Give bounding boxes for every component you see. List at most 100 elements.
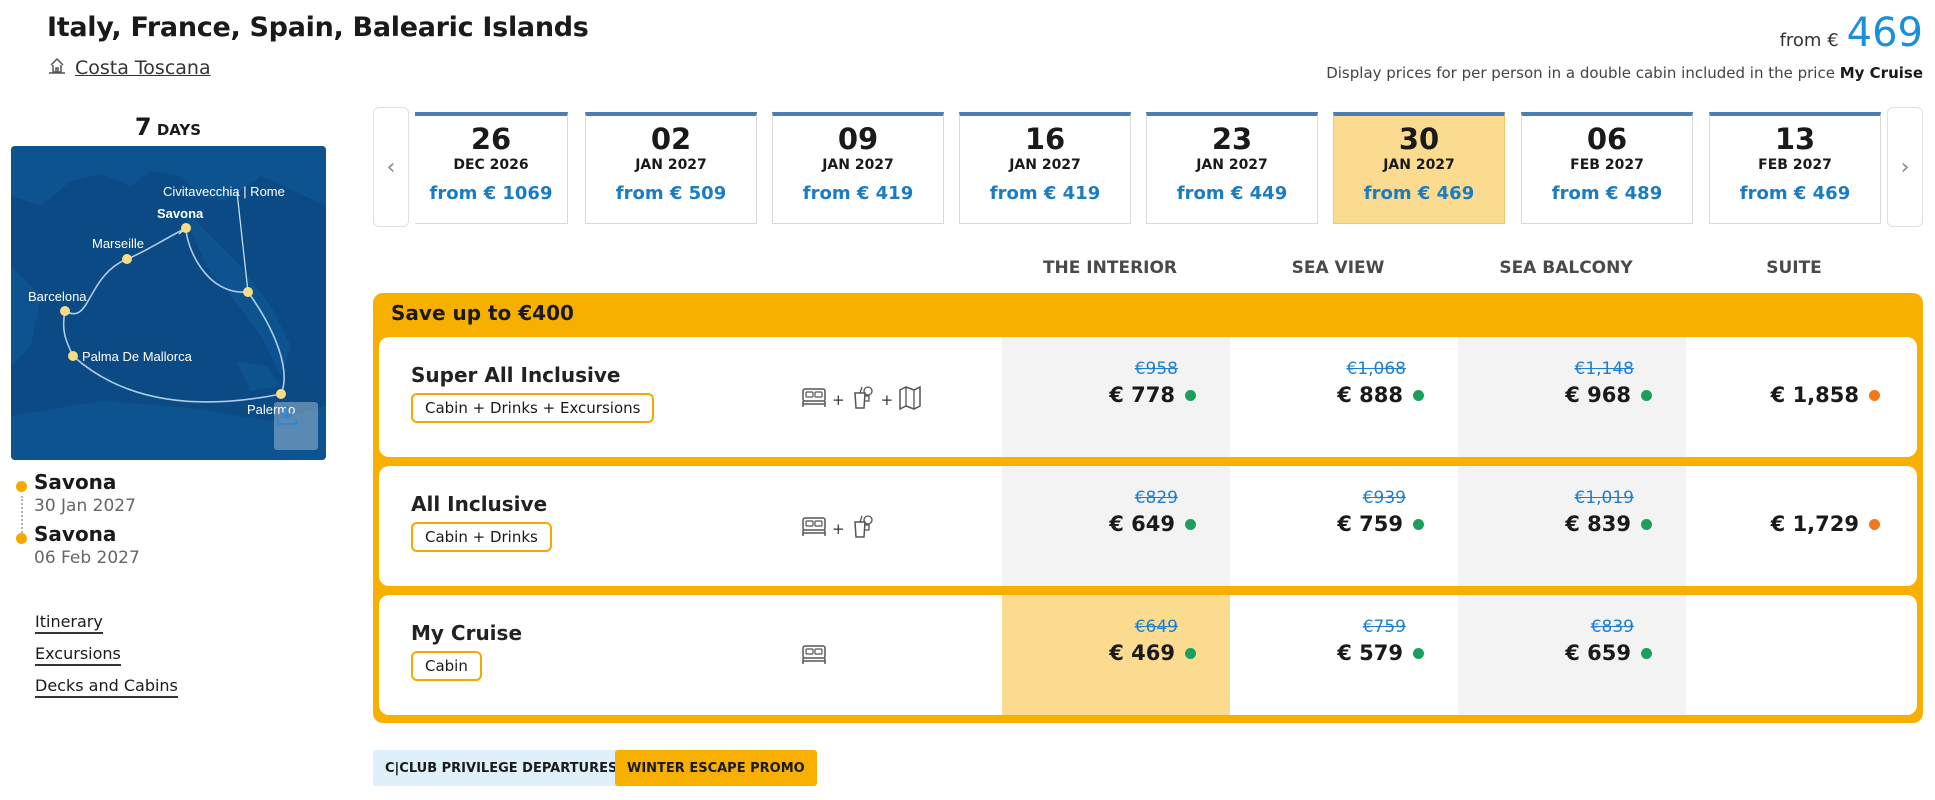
price-amount: € 579 [1337,641,1403,665]
disclaimer-text: Display prices for per person in a doubl… [1326,64,1835,82]
price-amount: € 1,729 [1770,512,1859,536]
date-month-year: JAN 2027 [1009,157,1081,173]
ship-name[interactable]: Costa Toscana [75,57,211,79]
availability-dot [1185,518,1196,530]
date-month-year: JAN 2027 [1196,157,1268,173]
col-sea-view: SEA VIEW [1291,258,1385,278]
price-amount: € 839 [1565,512,1631,536]
price-cell[interactable]: €939 € 759 [1230,466,1458,586]
cclub-badge[interactable]: C|CLUB PRIVILEGE DEPARTURES [373,750,630,786]
current-price[interactable]: € 778 [1109,383,1196,407]
current-price[interactable]: € 839 [1565,512,1652,536]
price-cell [1686,595,1914,715]
date-day: 02 [650,122,692,156]
availability-dot [1413,647,1424,659]
plus-sign: + [832,391,845,409]
price-cell[interactable]: €1,148 € 968 [1458,337,1686,457]
date-card[interactable]: 23 JAN 2027 from € 449 [1146,112,1318,224]
winter-promo-badge[interactable]: WINTER ESCAPE PROMO [615,750,817,786]
date-month-year: FEB 2027 [1758,157,1832,173]
date-month-year: JAN 2027 [635,157,707,173]
ship-link[interactable]: Costa Toscana [47,55,211,80]
price-cell[interactable]: € 1,858 [1686,337,1914,457]
map-label-palma: Palma De Mallorca [82,349,193,364]
date-from-price: from € 509 [615,183,727,204]
current-price[interactable]: € 469 [1109,641,1196,665]
from-price: from € 469 [1780,10,1923,56]
col-sea-balcony: SEA BALCONY [1499,258,1633,278]
date-card[interactable]: 13 FEB 2027 from € 469 [1709,112,1881,224]
availability-dot [1869,518,1880,530]
price-cell[interactable]: € 1,729 [1686,466,1914,586]
itinerary-map[interactable]: Civitavecchia | Rome Savona Marseille Ba… [11,146,326,460]
drink-icon [850,385,876,415]
days-number: 7 [134,113,152,141]
date-card[interactable]: 16 JAN 2027 from € 419 [959,112,1131,224]
detail-links: Itinerary Excursions Decks and Cabins [35,612,178,708]
date-from-price: from € 469 [1739,183,1851,204]
arrival-date: 06 Feb 2027 [34,548,140,568]
current-price[interactable]: € 649 [1109,512,1196,536]
plus-sign: + [832,520,845,538]
price-cell[interactable]: €829 € 649 [1002,466,1230,586]
download-icon[interactable] [274,402,318,450]
package-row: €958 € 778 €1,068 € 888 €1,148 € 968 € 1,858 Su… [379,337,1917,457]
old-price: €1,148 [1574,359,1634,379]
current-price[interactable]: € 968 [1565,383,1652,407]
map-label-civitavecchia: Civitavecchia | Rome [163,184,285,199]
date-card[interactable]: 06 FEB 2027 from € 489 [1521,112,1693,224]
price-cell[interactable]: €759 € 579 [1230,595,1458,715]
date-from-price: from € 1069 [429,183,553,204]
date-from-price: from € 489 [1551,183,1663,204]
availability-dot [1641,647,1652,659]
price-amount: € 469 [1109,641,1175,665]
date-from-price: from € 469 [1363,183,1475,204]
package-name: All Inclusive [411,492,548,516]
map-icon [898,385,922,415]
date-card[interactable]: 02 JAN 2027 from € 509 [585,112,757,224]
availability-dot [1185,389,1196,401]
current-price[interactable]: € 1,729 [1771,512,1880,536]
price-amount: € 888 [1337,383,1403,407]
current-price[interactable]: € 759 [1337,512,1424,536]
date-from-price: from € 419 [989,183,1101,204]
current-price[interactable]: € 888 [1337,383,1424,407]
package-tag: Cabin [411,651,482,681]
date-card[interactable]: 26 DEC 2026 from € 1069 [415,112,568,224]
date-day: 30 [1398,122,1440,156]
link-decks-cabins[interactable]: Decks and Cabins [35,676,178,698]
current-price[interactable]: € 1,858 [1771,383,1880,407]
old-price: €839 [1590,617,1634,637]
price-amount: € 778 [1109,383,1175,407]
price-cell[interactable]: €649 € 469 [1002,595,1230,715]
package-name: Super All Inclusive [411,363,621,387]
col-interior: THE INTERIOR [1042,258,1178,278]
carousel-next-button[interactable]: › [1887,107,1923,227]
link-itinerary[interactable]: Itinerary [35,612,103,634]
availability-dot [1641,389,1652,401]
date-day: 13 [1774,122,1816,156]
current-price[interactable]: € 579 [1337,641,1424,665]
cruise-title: Italy, France, Spain, Balearic Islands [47,12,589,43]
map-label-barcelona: Barcelona [28,289,87,304]
old-price: €649 [1134,617,1178,637]
price-cell[interactable]: €839 € 659 [1458,595,1686,715]
map-label-savona: Savona [157,206,204,221]
price-amount: € 649 [1109,512,1175,536]
date-card[interactable]: 09 JAN 2027 from € 419 [772,112,944,224]
package-icons [801,643,827,671]
old-price: €759 [1362,617,1406,637]
price-cell[interactable]: €1,019 € 839 [1458,466,1686,586]
price-cell[interactable]: €958 € 778 [1002,337,1230,457]
carousel-prev-button[interactable]: ‹ [373,107,409,227]
link-excursions[interactable]: Excursions [35,644,121,666]
price-amount: € 1,858 [1770,383,1859,407]
old-price: €829 [1134,488,1178,508]
current-price[interactable]: € 659 [1565,641,1652,665]
date-day: 09 [837,122,879,156]
arrival-dot [16,533,27,544]
date-card[interactable]: 30 JAN 2027 from € 469 [1333,112,1505,224]
price-cell[interactable]: €1,068 € 888 [1230,337,1458,457]
old-price: €1,068 [1346,359,1406,379]
route-departure: Savona 30 Jan 2027 [14,470,140,516]
